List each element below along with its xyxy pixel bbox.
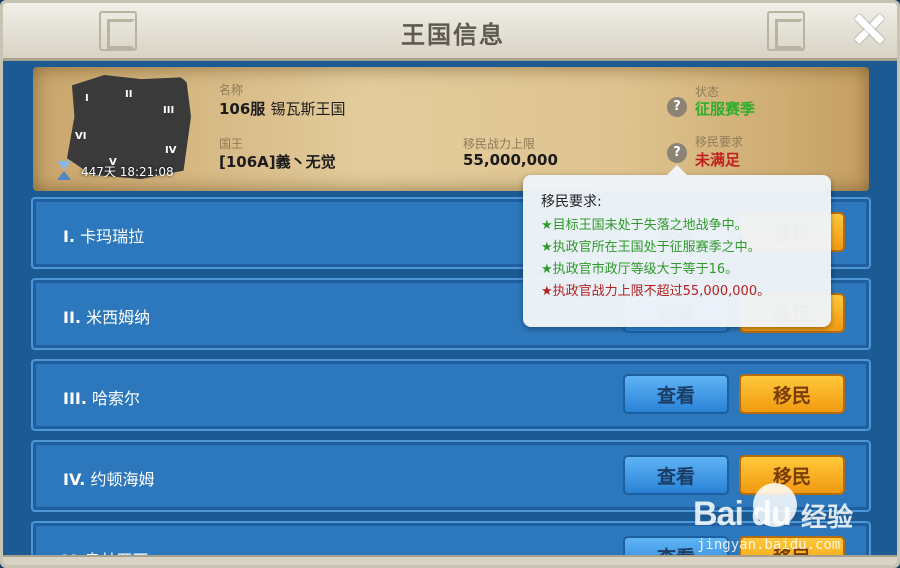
name-label: 名称 [219, 83, 244, 97]
king-label: 国王 [219, 137, 244, 151]
requirement-met: ★执政官所在王国处于征服赛季之中。 [541, 240, 761, 255]
watermark-brand: 经验 [801, 503, 854, 533]
kingdom-row-label: IV. 约顿海姆 [63, 466, 154, 490]
kingdom-info-window: 王国信息 I II III IV V VI 447天 18:21:08 名称 1… [0, 0, 900, 568]
help-icon[interactable]: ? [667, 97, 687, 117]
row-kingdom-name: 哈索尔 [92, 389, 141, 408]
row-numeral: II. [63, 308, 81, 327]
server-number: 106服 [219, 100, 266, 118]
row-kingdom-name: 约顿海姆 [90, 470, 155, 489]
view-button[interactable]: 查看 [623, 374, 729, 414]
king-name: [106A]義丶无觉 [219, 153, 336, 171]
power-cap-value: 55,000,000 [463, 151, 558, 169]
watermark-logo: Bai du [693, 495, 792, 533]
kingdom-name: 106服 锡瓦斯王国 [219, 98, 346, 119]
help-icon[interactable]: ? [667, 143, 687, 163]
migrate-button[interactable]: 移民 [739, 374, 845, 414]
kingdom-title: 锡瓦斯王国 [270, 100, 346, 118]
kingdom-row-label: I. 卡玛瑞拉 [63, 223, 144, 247]
map-region-label: III [163, 105, 175, 116]
map-region-label: I [85, 93, 89, 104]
row-kingdom-name: 米西姆纳 [86, 308, 151, 327]
baidu-watermark: Bai du 经验 jingyan.baidu.com [693, 471, 893, 561]
hourglass-icon [57, 161, 73, 181]
kingdom-row-label: II. 米西姆纳 [63, 304, 150, 328]
tooltip-title: 移民要求: [541, 194, 602, 210]
row-kingdom-name: 卡玛瑞拉 [80, 227, 145, 246]
title-bar: 王国信息 [3, 3, 897, 61]
requirement-value: 未满足 [695, 151, 741, 169]
power-cap-label: 移民战力上限 [463, 137, 536, 151]
requirement-unmet: ★执政官战力上限不超过55,000,000。 [541, 284, 771, 299]
requirement-met: ★执政官市政厅等级大于等于16。 [541, 262, 739, 277]
requirement-met: ★目标王国未处于失落之地战争中。 [541, 218, 748, 233]
watermark-url: jingyan.baidu.com [697, 537, 841, 553]
map-region-label: II [125, 89, 133, 100]
map-region-label: VI [75, 131, 87, 142]
close-icon[interactable] [849, 9, 889, 49]
season-timer: 447天 18:21:08 [81, 165, 174, 179]
kingdom-row-label: III. 哈索尔 [63, 385, 140, 409]
kingdom-info-card: I II III IV V VI 447天 18:21:08 名称 106服 锡… [33, 67, 869, 191]
row-numeral: IV. [63, 470, 86, 489]
row-numeral: I. [63, 227, 76, 246]
status-value: 征服赛季 [695, 100, 756, 118]
map-region-label: IV [165, 145, 177, 156]
migration-requirements-tooltip: 移民要求: ★目标王国未处于失落之地战争中。 ★执政官所在王国处于征服赛季之中。… [523, 165, 831, 327]
row-numeral: III. [63, 389, 87, 408]
requirement-label: 移民要求 [695, 135, 744, 149]
page-title: 王国信息 [401, 21, 505, 49]
king-value: [106A]義丶无觉 [219, 151, 336, 172]
kingdom-row: III. 哈索尔 查看 移民 [31, 359, 871, 431]
